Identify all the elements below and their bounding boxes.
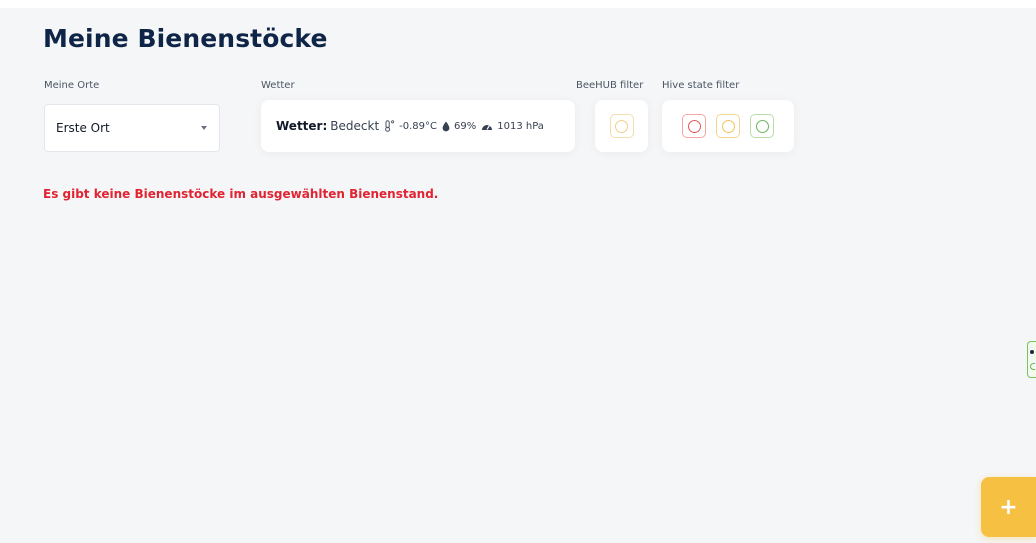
empty-state-message: Es gibt keine Bienenstöcke im ausgewählt… [43,187,439,201]
ring-icon [1030,363,1035,370]
weather-label: Wetter [261,80,295,91]
weather-condition: Bedeckt [330,119,380,133]
hive-state-filter-card [662,100,794,152]
thermometer-icon [384,117,395,136]
ring-icon [721,119,735,133]
hive-state-filter-red[interactable] [682,114,706,138]
ring-icon [615,119,628,133]
ring-icon [755,119,769,133]
ring-icon [687,119,701,133]
hive-state-filter-green[interactable] [750,114,774,138]
hive-state-filter-label: Hive state filter [662,80,740,91]
side-panel-toggle[interactable] [1027,341,1036,378]
weather-card: Wetter: Bedeckt -0.89°C 69% 1013 hPa [261,100,575,152]
weather-temperature: -0.89°C [399,120,438,132]
page-title: Meine Bienenstöcke [43,24,328,53]
add-hive-button[interactable]: + [981,477,1036,537]
location-select[interactable]: Erste Ort [44,104,220,152]
beehub-filter-button[interactable] [609,114,634,138]
beehub-filter-label: BeeHUB filter [576,80,644,91]
location-label: Meine Orte [44,80,100,91]
droplet-icon [442,117,450,136]
weather-humidity: 69% [454,120,477,132]
gauge-icon [481,117,493,136]
dot-icon [1030,350,1034,354]
weather-title: Wetter: [276,119,328,133]
top-bar [0,0,1036,8]
beehub-filter-card [595,100,648,152]
weather-pressure: 1013 hPa [497,120,544,132]
location-select-value: Erste Ort [56,121,110,135]
hive-state-filter-yellow[interactable] [716,114,740,138]
caret-down-icon [201,126,207,130]
